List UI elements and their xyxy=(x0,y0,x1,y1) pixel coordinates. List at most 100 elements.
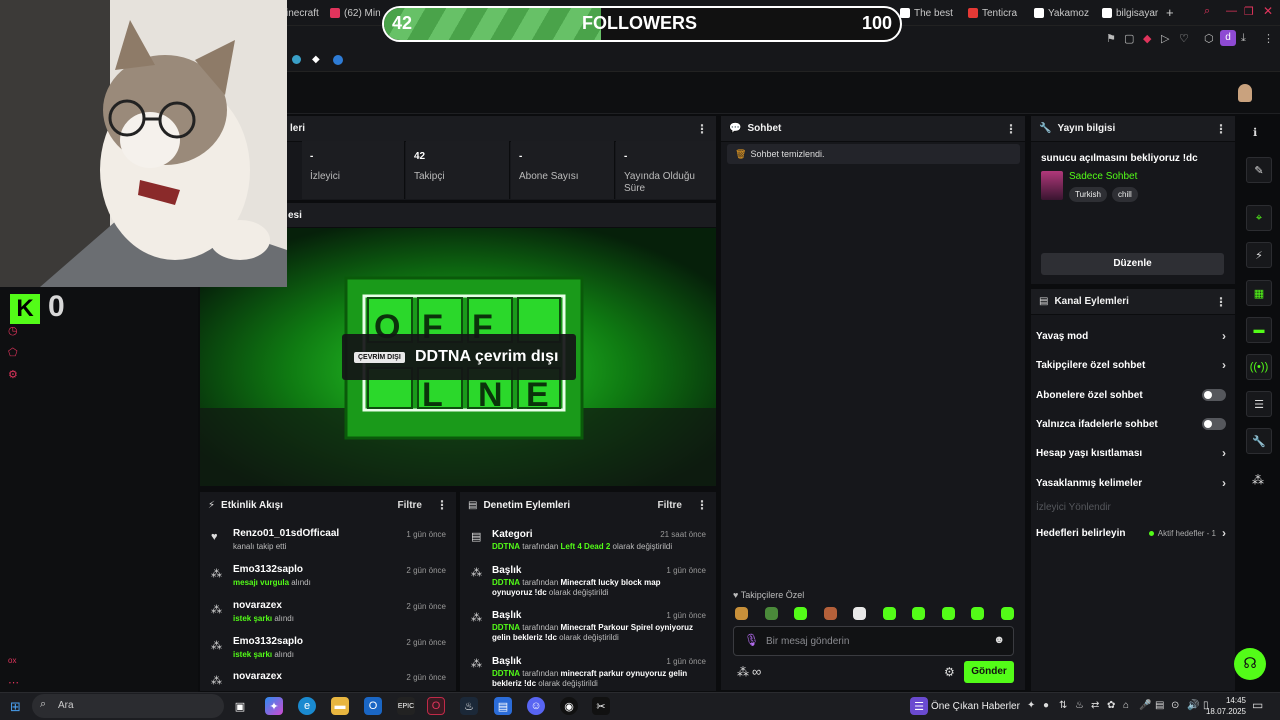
rewards-icon[interactable]: ⁂ xyxy=(1252,473,1264,487)
close-window-icon[interactable]: ✕ xyxy=(1263,4,1273,18)
heart-toolbar-icon[interactable]: ♡ xyxy=(1179,32,1189,45)
news-widget-icon[interactable]: ☰ xyxy=(910,697,928,715)
activity-username[interactable]: novarazex xyxy=(233,600,282,611)
moderation-item[interactable]: ▤ Kategori 21 saat önce DDTNA tarafından Le… xyxy=(468,529,710,569)
bookmark-icon[interactable]: ⚑ xyxy=(1106,32,1116,45)
tray-icon[interactable]: 🔊 xyxy=(1187,700,1199,711)
vpn-icon[interactable]: ◆ xyxy=(1143,32,1151,45)
channel-action-row[interactable]: Yavaş mod › xyxy=(1036,326,1226,346)
tray-icon[interactable]: ✦ xyxy=(1027,700,1035,711)
info-icon[interactable]: ℹ xyxy=(1253,126,1257,139)
emote-icon[interactable] xyxy=(941,607,955,620)
toggle-switch[interactable] xyxy=(1202,389,1226,401)
taskbar-clock[interactable]: 14:45 18.07.2025 xyxy=(1200,695,1246,717)
clip-button[interactable]: ⌖ xyxy=(1246,205,1272,231)
stream-info-menu-icon[interactable]: ⋮ xyxy=(1215,122,1227,136)
activity-username[interactable]: Renzo01_01sdOfficaal xyxy=(233,528,339,539)
emote-icon[interactable] xyxy=(912,607,925,620)
quick-actions-button[interactable]: ⚡ xyxy=(1246,242,1272,268)
infinity-icon[interactable]: ∞ xyxy=(752,664,761,679)
edge-icon[interactable]: e xyxy=(298,697,316,715)
browser-tab[interactable]: The best xyxy=(900,4,962,22)
activity-username[interactable]: Emo3132saplo xyxy=(233,564,303,575)
tools-button[interactable]: 🔧 xyxy=(1246,428,1272,454)
edit-stream-button[interactable]: Düzenle xyxy=(1041,253,1224,275)
browser-menu-icon[interactable]: ⋮ xyxy=(1263,32,1274,45)
opera-icon[interactable]: O xyxy=(427,697,445,715)
moderation-filter-button[interactable]: Filtre xyxy=(658,500,682,511)
broadcast-button[interactable]: ((•)) xyxy=(1246,354,1272,380)
sidebar-more-icon[interactable]: ⋯ xyxy=(8,676,19,689)
channel-actions-menu-icon[interactable]: ⋮ xyxy=(1215,295,1227,309)
epic-games-icon[interactable]: EPIC xyxy=(397,697,415,715)
channel-action-row[interactable]: Yalnızca ifadelerle sohbet xyxy=(1036,414,1226,434)
discord-icon[interactable]: ☺ xyxy=(527,697,545,715)
new-tab-button[interactable]: + xyxy=(1166,5,1174,20)
bookmark-icon-3[interactable] xyxy=(333,55,343,65)
profile-avatar[interactable]: d xyxy=(1220,30,1236,46)
bookmark-icon-1[interactable] xyxy=(292,55,301,64)
send-button[interactable]: Gönder xyxy=(964,661,1014,683)
tray-icon[interactable]: ⇅ xyxy=(1059,700,1067,711)
activity-username[interactable]: novarazex xyxy=(233,671,282,682)
channel-action-row[interactable]: Yasaklanmış kelimeler › xyxy=(1036,473,1226,493)
layout-button[interactable]: ☰ xyxy=(1246,391,1272,417)
sidebar-community-icon[interactable]: ⬠ xyxy=(8,346,18,359)
browser-tab[interactable]: (62) Min xyxy=(330,4,380,22)
mic-icon[interactable]: 🎙 xyxy=(744,633,759,647)
moderation-item[interactable]: ⁂ Başlık 1 gün önce DDTNA tarafından Minecr… xyxy=(468,565,710,605)
emoji-icon[interactable]: ☻ xyxy=(993,634,1005,646)
minimize-icon[interactable]: — xyxy=(1226,5,1237,17)
tag-turkish[interactable]: Turkish xyxy=(1069,187,1107,202)
store-icon[interactable]: ▤ xyxy=(494,697,512,715)
moderation-item[interactable]: ⁂ Başlık 1 gün önce DDTNA tarafından Minecr… xyxy=(468,610,710,650)
copilot-icon[interactable]: ✦ xyxy=(265,697,283,715)
emote-icon[interactable] xyxy=(882,607,896,620)
emote-icon[interactable] xyxy=(764,607,778,620)
emote-icon[interactable] xyxy=(823,607,837,620)
edit-pencil-button[interactable]: ✎ xyxy=(1246,157,1272,183)
emote-icon[interactable] xyxy=(1000,607,1014,620)
browser-tab[interactable]: Tenticra xyxy=(968,4,1028,22)
file-explorer-icon[interactable]: ▬ xyxy=(331,697,349,715)
activity-item[interactable]: ⁂ Emo3132saplo 2 gün önce mesajı vurgula al… xyxy=(208,564,452,598)
windows-start-icon[interactable]: ⊞ xyxy=(10,699,21,715)
chat-popout-button[interactable]: ▬ xyxy=(1246,317,1272,343)
category-name[interactable]: Sadece Sohbet xyxy=(1069,171,1137,182)
taskbar-search[interactable]: ⌕ Ara xyxy=(32,694,224,718)
activity-filter-button[interactable]: Filtre xyxy=(398,500,422,511)
chat-settings-icon[interactable]: ⚙ xyxy=(944,665,955,679)
tray-icon[interactable]: ⊙ xyxy=(1171,700,1179,711)
tray-icon[interactable]: ⇄ xyxy=(1091,700,1099,711)
news-widget-text[interactable]: Öne Çıkan Haberler xyxy=(931,701,1020,712)
bookmark-icon-2[interactable]: ◆ xyxy=(312,54,320,65)
emote-icon[interactable] xyxy=(971,607,984,620)
maximize-icon[interactable]: ❐ xyxy=(1244,5,1254,18)
support-button[interactable]: ☊ xyxy=(1234,648,1266,680)
obs-icon[interactable]: ◉ xyxy=(560,697,578,715)
tray-icon[interactable]: ♨ xyxy=(1075,700,1084,711)
channel-action-row[interactable]: Takipçilere özel sohbet › xyxy=(1036,355,1226,375)
extensions-icon[interactable]: ⬡ xyxy=(1204,32,1214,45)
sidebar-settings-icon[interactable]: ⚙ xyxy=(8,368,18,381)
user-avatar-icon[interactable] xyxy=(1238,84,1252,102)
notification-icon[interactable]: ▭ xyxy=(1252,698,1263,712)
browser-tab[interactable]: bilgisayar xyxy=(1102,4,1162,22)
tray-icon[interactable]: ✿ xyxy=(1107,700,1115,711)
emote-icon[interactable] xyxy=(794,607,807,620)
search-tabs-icon[interactable]: ⌕ xyxy=(1204,5,1210,18)
stats-menu-icon[interactable]: ⋮ xyxy=(696,122,708,136)
chat-input[interactable]: 🎙 Bir mesaj gönderin ☻ xyxy=(733,626,1014,656)
activity-item[interactable]: ⁂ Emo3132saplo 2 gün önce istek şarkı alınd… xyxy=(208,636,452,670)
toggle-switch[interactable] xyxy=(1202,418,1226,430)
download-icon[interactable]: ⤓ xyxy=(1241,32,1246,45)
tag-chill[interactable]: chill xyxy=(1112,187,1138,202)
outlook-icon[interactable]: O xyxy=(364,697,382,715)
moderation-menu-icon[interactable]: ⋮ xyxy=(696,498,708,512)
tray-icon[interactable]: ▤ xyxy=(1155,700,1164,711)
tray-icon[interactable]: ⌂ xyxy=(1123,700,1129,711)
channel-action-row[interactable]: Hesap yaşı kısıtlaması › xyxy=(1036,443,1226,463)
goals-row[interactable]: Hedefleri belirleyin Aktif hedefler - 1 … xyxy=(1036,523,1226,543)
browser-tab[interactable]: Yakamoz xyxy=(1034,4,1096,22)
emote-icon[interactable] xyxy=(853,607,866,620)
